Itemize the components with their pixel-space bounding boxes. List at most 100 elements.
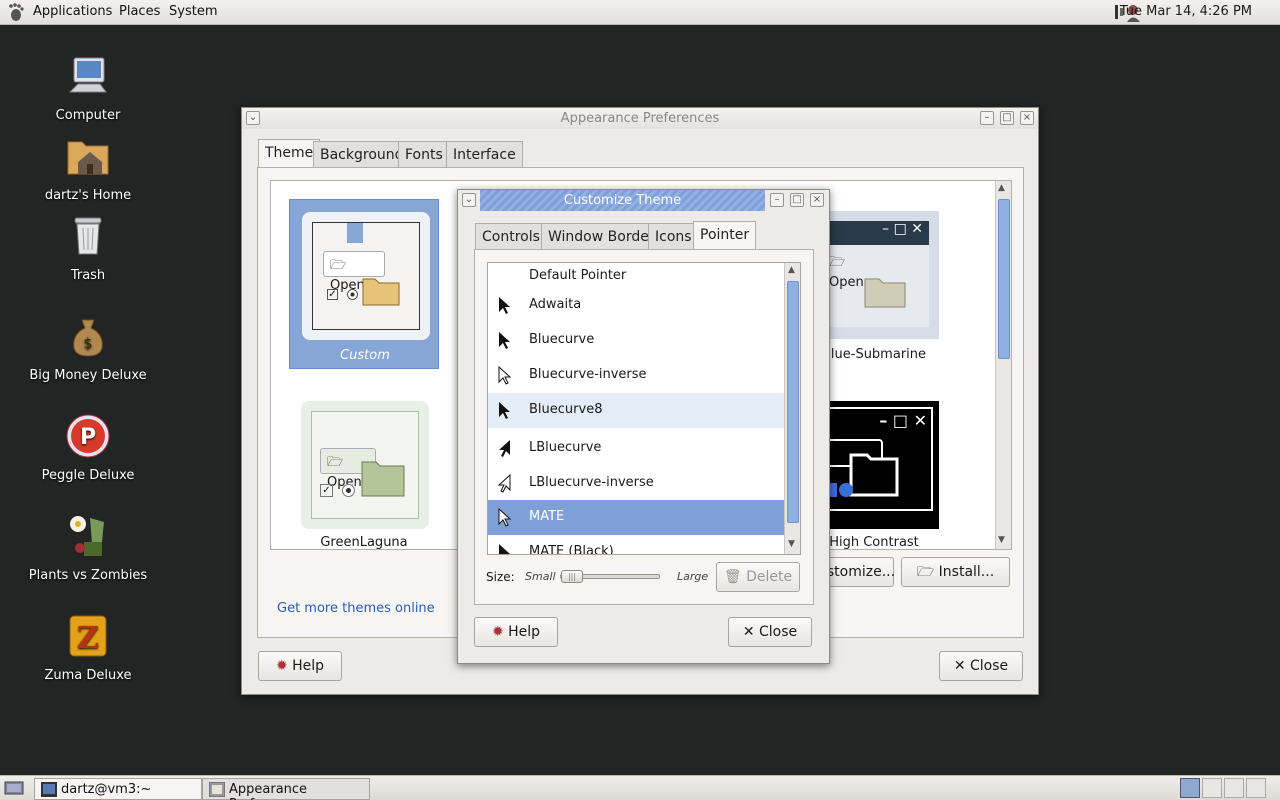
list-item[interactable]: Adwaita: [488, 288, 784, 323]
workspace-switcher-2[interactable]: [1202, 778, 1222, 798]
get-more-themes-link[interactable]: Get more themes online: [277, 601, 435, 616]
list-item[interactable]: LBluecurve: [488, 431, 784, 466]
pointer-name: LBluecurve-inverse: [529, 475, 654, 490]
tab-theme[interactable]: Theme: [258, 139, 321, 169]
desktop-icon-label: Zuma Deluxe: [44, 668, 132, 683]
arrow-pointer-icon: [498, 366, 512, 385]
pointer-name: LBluecurve: [529, 440, 602, 455]
close-window-button[interactable]: ×: [810, 193, 824, 207]
plants-vs-zombies-icon: [70, 516, 104, 556]
theme-list-scrollbar[interactable]: ▲ ▼: [995, 181, 1011, 549]
tab-interface[interactable]: Interface: [446, 141, 523, 169]
window-menu-button[interactable]: ⌄: [246, 111, 260, 125]
desktop-icon-peggle[interactable]: P Peggle Deluxe: [18, 412, 158, 483]
window-titlebar[interactable]: Appearance Preferences: [242, 108, 1038, 129]
tab-controls[interactable]: Controls: [475, 223, 547, 251]
desktop-icon-label: Computer: [55, 108, 121, 123]
size-large-label: Large: [677, 570, 709, 583]
desktop-icon-zuma[interactable]: Z Zuma Deluxe: [18, 612, 158, 683]
theme-card-greenlaguna[interactable]: 🗁 Open ✓ GreenLaguna: [289, 399, 439, 569]
pointer-name: Default Pointer: [529, 268, 627, 283]
taskbar-item-terminal[interactable]: dartz@vm3:~: [34, 778, 202, 800]
thumbnail-window: 🗁 Open ✓: [311, 411, 419, 519]
folder-icon: [864, 278, 906, 308]
dialog-titlebar[interactable]: Customize Theme: [480, 190, 765, 211]
tab-pointer[interactable]: Pointer: [693, 221, 757, 251]
desktop-icon-label: Plants vs Zombies: [28, 568, 148, 583]
pointer-name: Bluecurve-inverse: [529, 367, 647, 382]
radio-icon: [839, 483, 853, 497]
pointer-name: MATE (Black): [529, 544, 614, 555]
delete-button[interactable]: 🗑 Delete: [716, 562, 800, 592]
pointer-name: Adwaita: [529, 297, 582, 312]
maximize-button[interactable]: □: [790, 193, 804, 207]
minimize-button[interactable]: –: [770, 193, 784, 207]
list-item[interactable]: LBluecurve-inverse: [488, 466, 784, 501]
close-button[interactable]: ✕ Close: [728, 617, 812, 647]
minimize-button[interactable]: –: [980, 111, 994, 125]
desktop-icon-plants-vs-zombies[interactable]: Plants vs Zombies: [18, 512, 158, 583]
scroll-down-arrow[interactable]: ▼: [998, 535, 1005, 545]
close-window-button[interactable]: ×: [1020, 111, 1034, 125]
tab-background[interactable]: Background: [313, 141, 411, 169]
workspace-switcher-1[interactable]: [1180, 778, 1200, 798]
close-button[interactable]: ✕ Close: [939, 651, 1023, 681]
size-slider-track[interactable]: |||: [560, 570, 660, 583]
radio-icon: [342, 484, 355, 497]
size-slider-handle[interactable]: |||: [561, 570, 583, 583]
dialog-title: Customize Theme: [563, 193, 682, 208]
install-button[interactable]: 🗁 Install...: [901, 557, 1010, 587]
theme-name: Custom: [340, 348, 390, 363]
bottom-panel: dartz@vm3:~ Appearance Prefere...: [0, 775, 1280, 800]
desktop-icon-big-money[interactable]: $ Big Money Deluxe: [18, 312, 158, 383]
arrow-pointer-icon: [499, 402, 510, 419]
taskbar-item-appearance[interactable]: Appearance Prefere...: [202, 778, 370, 800]
pointer-list-scrollbar[interactable]: ▲ ▼: [784, 263, 800, 554]
list-item[interactable]: Bluecurve: [488, 323, 784, 358]
list-item-selected[interactable]: MATE: [488, 500, 784, 535]
maximize-button[interactable]: □: [1000, 111, 1014, 125]
list-item[interactable]: MATE (Black): [488, 535, 784, 555]
thumbnail-titlebar: – □ ✕: [879, 411, 927, 430]
desktop-icon-computer[interactable]: Computer: [18, 52, 158, 123]
tab-icons[interactable]: Icons: [648, 223, 699, 251]
menu-applications[interactable]: Applications: [33, 4, 112, 19]
menu-system[interactable]: System: [169, 4, 217, 19]
help-icon: ✹: [275, 658, 288, 674]
desktop-icon-trash[interactable]: Trash: [18, 212, 158, 283]
scrollbar-thumb[interactable]: [787, 281, 799, 523]
workspace-switcher-4[interactable]: [1246, 778, 1266, 798]
theme-card-custom[interactable]: 🗁 Open ✓ Custom: [289, 199, 439, 369]
help-button[interactable]: ✹ Help: [258, 651, 342, 681]
tab-fonts[interactable]: Fonts: [398, 141, 450, 169]
gnome-foot-icon[interactable]: [6, 2, 26, 22]
menu-places[interactable]: Places: [119, 4, 160, 19]
clock[interactable]: Tue Mar 14, 4:26 PM: [1120, 4, 1252, 19]
pointer-name: MATE: [529, 509, 565, 524]
pointer-name: Bluecurve8: [529, 402, 603, 417]
window-menu-button[interactable]: ⌄: [462, 193, 476, 207]
pointer-list[interactable]: Default Pointer Adwaita Bluecurve Bluecu…: [487, 262, 801, 555]
help-button[interactable]: ✹ Help: [474, 617, 558, 647]
thumbnail-window: 🗁 Open: [817, 245, 929, 327]
arrow-pointer-icon: [499, 332, 510, 349]
workspace-switcher-3[interactable]: [1224, 778, 1244, 798]
trash-icon: 🗑: [723, 569, 742, 585]
list-item[interactable]: Default Pointer: [488, 263, 784, 290]
thumbnail-window: 🗁 Open ✓: [312, 222, 420, 330]
desktop-icon-label: Trash: [70, 268, 106, 283]
list-item[interactable]: Bluecurve-inverse: [488, 358, 784, 393]
tab-window-border[interactable]: Window Border: [541, 223, 662, 251]
peggle-icon: P: [66, 414, 110, 458]
svg-text:P: P: [80, 425, 96, 450]
theme-thumbnail: 🗁 Open ✓: [301, 401, 429, 529]
list-item[interactable]: Bluecurve8: [488, 393, 784, 428]
scroll-down-arrow[interactable]: ▼: [788, 539, 795, 549]
desktop-icon-home[interactable]: dartz's Home: [18, 132, 158, 203]
scroll-up-arrow[interactable]: ▲: [788, 265, 795, 275]
top-panel: Applications Places System Tue Mar 14, 4…: [0, 0, 1280, 25]
scrollbar-thumb[interactable]: [998, 199, 1010, 359]
folder-icon: 🗁: [916, 564, 935, 580]
show-desktop-icon[interactable]: [4, 779, 24, 797]
scroll-up-arrow[interactable]: ▲: [998, 183, 1005, 193]
